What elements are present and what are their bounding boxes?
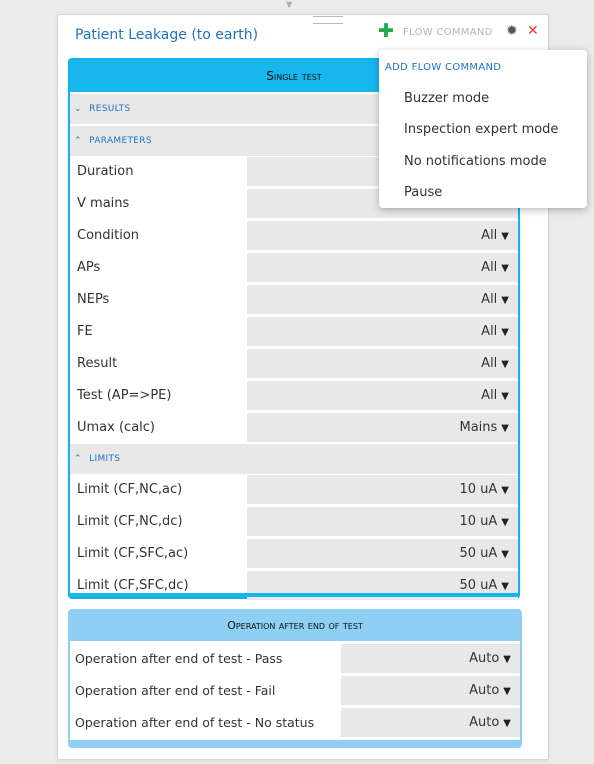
operation-pass-select[interactable]: Auto ▼ [341, 644, 520, 674]
parameter-row-test-ap-pe: Test (AP=>PE) All ▼ [70, 380, 518, 412]
chevron-down-icon: ⌄ [74, 104, 82, 114]
operation-label: Operation after end of test - Fail [75, 683, 276, 698]
parameter-row-result: Result All ▼ [70, 348, 518, 380]
flow-command-menu: ADD FLOW COMMAND Buzzer mode Inspection … [379, 50, 587, 208]
parameter-label: FE [77, 324, 93, 339]
flow-command-menu-header: ADD FLOW COMMAND [385, 62, 502, 73]
parameter-label: APs [77, 260, 101, 275]
parameter-label: Test (AP=>PE) [77, 388, 172, 403]
menu-item-inspection-expert-mode[interactable]: Inspection expert mode [404, 122, 558, 137]
caret-down-icon: ▼ [501, 581, 509, 592]
umax-select[interactable]: Mains ▼ [247, 413, 518, 443]
panel-footer-bar [70, 740, 520, 746]
chevron-up-icon: ⌃ [74, 136, 82, 146]
close-icon[interactable]: ✕ [527, 24, 539, 38]
parameter-label: Duration [77, 164, 134, 179]
parameter-label: V mains [77, 196, 130, 211]
caret-down-icon: ▼ [501, 485, 509, 496]
limit-cf-nc-ac-select[interactable]: 10 uA ▼ [247, 475, 518, 505]
test-ap-pe-select[interactable]: All ▼ [247, 381, 518, 411]
operation-label: Operation after end of test - No status [75, 715, 315, 730]
parameter-label: Condition [77, 228, 140, 243]
plus-icon[interactable]: ✚ [378, 22, 394, 41]
panel-footer-bar [70, 593, 518, 597]
caret-down-icon: ▼ [501, 391, 509, 402]
caret-down-icon: ▼ [501, 263, 509, 274]
limit-row-cf-nc-ac: Limit (CF,NC,ac) 10 uA ▼ [70, 474, 518, 506]
limit-label: Limit (CF,SFC,ac) [77, 546, 189, 561]
parameter-row-umax: Umax (calc) Mains ▼ [70, 412, 518, 444]
caret-down-icon: ▼ [501, 295, 509, 306]
operation-label: Operation after end of test - Pass [75, 651, 283, 666]
limit-row-cf-sfc-ac: Limit (CF,SFC,ac) 50 uA ▼ [70, 538, 518, 570]
flow-command-button[interactable]: FLOW COMMAND [403, 27, 493, 38]
fe-select[interactable]: All ▼ [247, 317, 518, 347]
caret-down-icon: ▼ [501, 231, 509, 242]
aps-select[interactable]: All ▼ [247, 253, 518, 283]
operation-no-status-select[interactable]: Auto ▼ [341, 708, 520, 738]
menu-item-buzzer-mode[interactable]: Buzzer mode [404, 91, 489, 106]
caret-down-icon: ▼ [503, 718, 511, 729]
limit-cf-nc-dc-select[interactable]: 10 uA ▼ [247, 507, 518, 537]
collapse-chevron-icon[interactable]: ▼ [286, 0, 292, 9]
caret-down-icon: ▼ [501, 423, 509, 434]
operation-fail-select[interactable]: Auto ▼ [341, 676, 520, 706]
limits-section-toggle[interactable]: ⌃ LIMITS [70, 444, 518, 474]
menu-item-no-notifications-mode[interactable]: No notifications mode [404, 154, 547, 169]
neps-select[interactable]: All ▼ [247, 285, 518, 315]
gear-icon[interactable]: ✹ [506, 24, 518, 38]
operation-row-pass: Operation after end of test - Pass Auto ▼ [70, 643, 520, 675]
limit-label: Limit (CF,NC,ac) [77, 482, 183, 497]
parameter-label: Umax (calc) [77, 420, 155, 435]
card-title: Patient Leakage (to earth) [75, 27, 259, 43]
operation-after-panel: Operation after end of test Operation af… [68, 609, 522, 748]
limit-cf-sfc-ac-select[interactable]: 50 uA ▼ [247, 539, 518, 569]
caret-down-icon: ▼ [501, 517, 509, 528]
limits-section-label: LIMITS [89, 454, 121, 464]
operation-row-no-status: Operation after end of test - No status … [70, 707, 520, 739]
parameter-row-fe: FE All ▼ [70, 316, 518, 348]
parameter-row-neps: NEPs All ▼ [70, 284, 518, 316]
operation-row-fail: Operation after end of test - Fail Auto ▼ [70, 675, 520, 707]
chevron-up-icon: ⌃ [74, 454, 82, 464]
limit-label: Limit (CF,NC,dc) [77, 514, 183, 529]
result-select[interactable]: All ▼ [247, 349, 518, 379]
drag-handle[interactable] [313, 16, 343, 24]
parameters-section-label: PARAMETERS [89, 136, 152, 146]
operation-after-header: Operation after end of test [70, 611, 520, 641]
caret-down-icon: ▼ [503, 686, 511, 697]
caret-down-icon: ▼ [503, 654, 511, 665]
menu-item-pause[interactable]: Pause [404, 185, 442, 200]
parameter-label: Result [77, 356, 118, 371]
caret-down-icon: ▼ [501, 549, 509, 560]
caret-down-icon: ▼ [501, 359, 509, 370]
limit-row-cf-nc-dc: Limit (CF,NC,dc) 10 uA ▼ [70, 506, 518, 538]
parameter-label: NEPs [77, 292, 110, 307]
limit-row-cf-sfc-dc: Limit (CF,SFC,dc) 50 uA ▼ [70, 570, 518, 602]
condition-select[interactable]: All ▼ [247, 221, 518, 251]
parameter-row-condition: Condition All ▼ [70, 220, 518, 252]
parameter-row-aps: APs All ▼ [70, 252, 518, 284]
results-section-label: RESULTS [89, 104, 131, 114]
caret-down-icon: ▼ [501, 327, 509, 338]
limit-label: Limit (CF,SFC,dc) [77, 578, 189, 593]
